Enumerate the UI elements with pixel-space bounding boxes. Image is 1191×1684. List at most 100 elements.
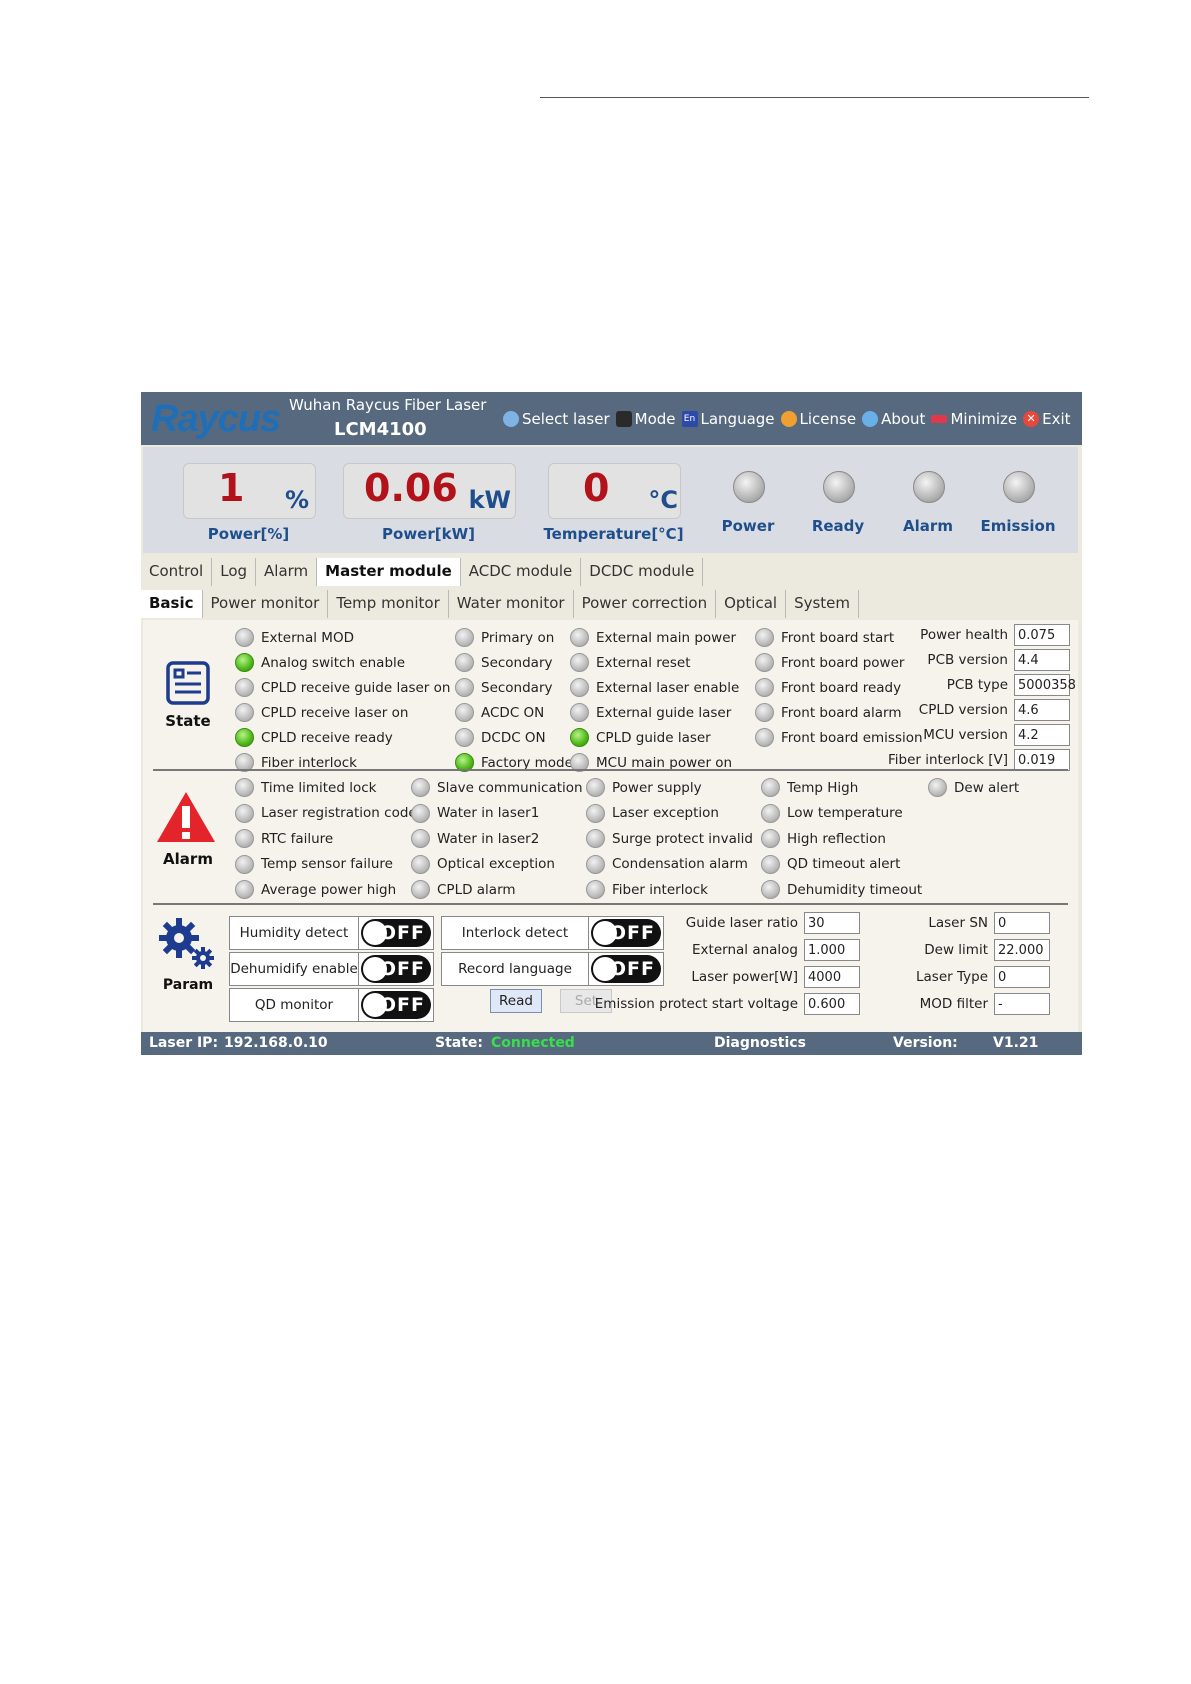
read-button[interactable]: Read [490,989,542,1013]
alarm-label: Surge protect invalid [612,830,753,847]
field-input[interactable]: 22.000 [994,939,1050,961]
alarm-label: Time limited lock [261,779,377,796]
ready-indicator-label: Ready [811,517,865,535]
alarm-led-row: Average power high [235,880,396,899]
tab-log[interactable]: Log [212,558,257,586]
status-led-row: External laser enable [570,678,739,697]
off-toggle-switch[interactable]: OFF [361,955,431,983]
field-value-box[interactable]: 4.4 [1014,649,1070,671]
readout-value: 0 [583,466,610,510]
off-toggle-switch[interactable]: OFF [361,919,431,947]
led-off-icon [586,829,605,848]
alarm-led-row: Fiber interlock [586,880,708,899]
status-led-row: CPLD receive laser on [235,703,408,722]
subtab-power-correction[interactable]: Power correction [574,590,717,618]
alarm-indicator-label: Alarm [903,517,953,535]
led-off-icon [761,829,780,848]
subtab-temp-monitor[interactable]: Temp monitor [328,590,449,618]
state-label: State: [435,1035,484,1051]
subtab-system[interactable]: System [786,590,860,618]
led-on-icon [570,728,589,747]
tab-control[interactable]: Control [141,558,213,586]
alarm-label: CPLD alarm [437,881,516,898]
status-label: External reset [596,654,691,671]
menu-mode[interactable]: Mode [615,410,676,428]
field-input[interactable]: 1.000 [804,939,860,961]
state-list-icon [166,661,210,705]
status-label: DCDC ON [481,729,546,746]
alarm-label: Laser exception [612,805,719,821]
tab-master-module[interactable]: Master module [317,558,461,586]
led-off-icon [235,854,254,874]
field-label: MCU version [923,727,1008,743]
menu-language[interactable]: En Language [681,410,775,428]
readout-value: 0.06 [364,466,458,510]
license-icon [780,411,797,427]
status-label: Primary on [481,629,555,646]
field-value-box[interactable]: 4.6 [1014,699,1070,721]
subtab-basic[interactable]: Basic [141,590,203,618]
alarm-label: Slave communication [437,779,583,796]
alarm-label: Water in laser2 [437,830,540,847]
field-label: MOD filter [919,996,988,1012]
menu-exit[interactable]: ✕ Exit [1023,410,1071,428]
tab-dcdc-module[interactable]: DCDC module [581,558,704,586]
status-label: External main power [596,629,737,646]
sub-tabs: Basic Power monitor Temp monitor Water m… [141,590,1082,618]
field-value-box[interactable]: 4.2 [1014,724,1070,746]
field-label: Power health [920,627,1008,643]
menu-about[interactable]: About [862,410,925,428]
toggle-label: Humidity detect [230,917,359,949]
field-value-box[interactable]: 0.019 [1014,749,1070,771]
exit-icon: ✕ [1023,411,1040,427]
alarm-led-row: Temp sensor failure [235,854,393,874]
off-toggle-switch[interactable]: OFF [591,955,661,983]
alarm-led-row: Surge protect invalid [586,829,753,848]
top-rule [540,97,1089,98]
tab-acdc-module[interactable]: ACDC module [461,558,582,586]
led-off-icon [570,678,589,697]
off-toggle-switch[interactable]: OFF [361,991,431,1019]
led-off-icon [570,628,589,647]
menu-license[interactable]: License [780,410,856,428]
status-label: Front board ready [781,679,902,696]
led-off-icon [586,880,605,899]
field-input[interactable]: 30 [804,912,860,934]
subtab-power-monitor[interactable]: Power monitor [203,590,329,618]
diagnostics-link[interactable]: Diagnostics [714,1035,806,1051]
state-field: PCB version 4.4 [927,649,1070,671]
menu-select-laser[interactable]: Select laser [503,410,610,428]
field-value-box[interactable]: 5000358 [1014,674,1076,696]
toggle-knob [363,957,387,981]
menu-minimize[interactable]: Minimize [931,410,1017,428]
field-label: Emission protect start voltage [594,996,798,1012]
subtab-water-monitor[interactable]: Water monitor [449,590,574,618]
tab-alarm[interactable]: Alarm [256,558,318,586]
power-indicator-label: Power [721,517,775,535]
field-input[interactable]: - [994,993,1050,1015]
toggle-row: Dehumidify enable OFF [229,952,434,986]
toggle-knob [363,993,387,1017]
state-section-title: State [165,712,211,730]
menu-label: Exit [1042,410,1071,428]
field-input[interactable]: 4000 [804,966,860,988]
param-field: MOD filter - [920,993,1050,1015]
subtab-optical[interactable]: Optical [716,590,787,618]
off-toggle-switch[interactable]: OFF [591,919,661,947]
field-input[interactable]: 0 [994,966,1050,988]
toggle-row: QD monitor OFF [229,988,434,1022]
alarm-led-row: Dew alert [928,778,1019,797]
led-off-icon [928,778,947,797]
field-label: Laser power[W] [691,969,798,985]
alarm-label: Average power high [261,881,397,898]
status-label: CPLD guide laser [596,729,711,746]
toggle-row: Record language OFF [441,952,664,986]
field-input[interactable]: 0.600 [804,993,860,1015]
field-input[interactable]: 0 [994,912,1050,934]
toggle-label: Dehumidify enable [230,953,359,985]
param-field: Laser power[W] 4000 [691,966,860,988]
toggle-knob [593,957,617,981]
power-indicator-led [733,471,765,503]
led-off-icon [235,703,254,722]
field-value-box[interactable]: 0.075 [1014,624,1070,646]
